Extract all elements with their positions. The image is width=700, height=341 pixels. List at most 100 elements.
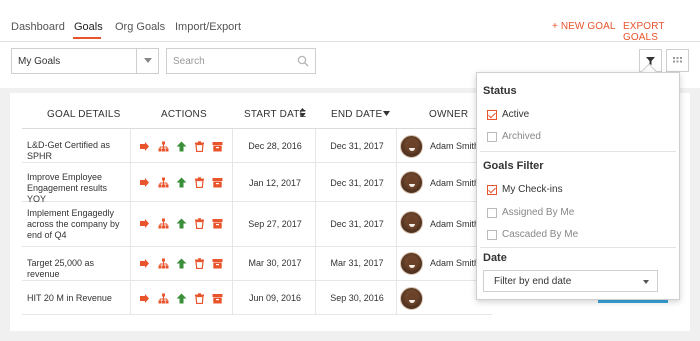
tab-dashboard[interactable]: Dashboard [11,21,65,33]
owner-name[interactable]: Adam Smith [430,219,479,230]
my-checkins-label[interactable]: My Check-ins [502,184,563,195]
trash-icon[interactable] [194,293,205,304]
search-input[interactable] [173,54,293,68]
org-chart-icon[interactable] [158,177,169,188]
start-date: Dec 28, 2016 [248,141,302,151]
goal-scope-select[interactable]: My Goals [11,48,159,74]
avatar[interactable] [400,135,423,158]
my-checkins-checkbox[interactable] [487,185,497,195]
avatar[interactable] [400,171,423,194]
start-date: Sep 27, 2017 [248,219,302,229]
avatar[interactable] [400,211,423,234]
org-chart-icon[interactable] [158,293,169,304]
date-heading: Date [483,252,507,264]
header-goal-details[interactable]: GOAL DETAILS [47,109,121,120]
goals-filter-heading: Goals Filter [483,160,544,172]
assigned-by-me-checkbox[interactable] [487,208,497,218]
goal-scope-value: My Goals [18,56,61,67]
header-start-date[interactable]: START DATE [244,109,306,120]
tab-import-export[interactable]: Import/Export [175,21,241,33]
end-date: Mar 31, 2017 [330,258,384,268]
panel-divider [480,247,676,248]
row-divider [22,162,492,163]
arrow-up-icon[interactable] [176,258,187,269]
end-date: Sep 30, 2016 [330,293,384,303]
owner-name[interactable]: Adam Smith [430,141,479,152]
start-date: Mar 30, 2017 [248,258,302,268]
end-date: Dec 31, 2017 [330,141,384,151]
chevron-down-icon [643,280,649,284]
grid-icon [673,57,682,63]
header-owner[interactable]: OWNER [429,109,468,120]
panel-divider [480,151,676,152]
arrow-up-icon[interactable] [176,218,187,229]
trash-icon[interactable] [194,177,205,188]
trash-icon[interactable] [194,141,205,152]
share-icon[interactable] [139,141,150,152]
goal-title[interactable]: Implement Engagedly across the company b… [27,208,127,241]
top-nav: Dashboard Goals Org Goals Import/Export … [0,0,700,43]
goal-title[interactable]: Improve Employee Engagement results YOY [27,172,127,205]
row-divider [22,246,492,247]
tab-goals[interactable]: Goals [74,21,103,33]
archive-icon[interactable] [212,258,223,269]
end-date: Dec 31, 2017 [330,219,384,229]
owner-name[interactable]: Adam Smith [430,178,479,189]
progress-bar [598,300,668,303]
org-chart-icon[interactable] [158,258,169,269]
date-filter-select[interactable]: Filter by end date [483,270,658,292]
cascaded-by-me-label[interactable]: Cascaded By Me [502,229,578,240]
share-icon[interactable] [139,218,150,229]
status-heading: Status [483,85,517,97]
search-icon [297,55,309,67]
org-chart-icon[interactable] [158,218,169,229]
column-divider [315,129,316,314]
share-icon[interactable] [139,258,150,269]
end-date: Dec 31, 2017 [330,178,384,188]
trash-icon[interactable] [194,218,205,229]
archive-icon[interactable] [212,293,223,304]
archived-checkbox[interactable] [487,132,497,142]
goal-title[interactable]: HIT 20 M in Revenue [27,293,127,304]
date-filter-value: Filter by end date [494,276,572,287]
goal-scope-caret-zone[interactable] [136,49,158,73]
active-tab-indicator [73,37,101,39]
active-label[interactable]: Active [502,109,529,120]
arrow-up-icon[interactable] [176,141,187,152]
goal-title[interactable]: L&D-Get Certified as SPHR [27,140,127,162]
sort-desc-icon[interactable] [383,111,390,116]
owner-name[interactable]: Adam Smith [430,258,479,269]
header-end-date[interactable]: END DATE [331,109,382,120]
column-divider [232,129,233,314]
chevron-down-icon [144,58,152,63]
trash-icon[interactable] [194,258,205,269]
column-divider [396,129,397,314]
row-divider [22,280,492,281]
org-chart-icon[interactable] [158,141,169,152]
column-divider [130,129,131,314]
share-icon[interactable] [139,177,150,188]
header-actions: ACTIONS [161,109,207,120]
archive-icon[interactable] [212,218,223,229]
search-field[interactable] [166,48,316,74]
arrow-up-icon[interactable] [176,293,187,304]
cascaded-by-me-checkbox[interactable] [487,230,497,240]
archived-label[interactable]: Archived [502,131,541,142]
grid-view-button[interactable] [666,49,689,72]
start-date: Jan 12, 2017 [248,178,302,188]
new-goal-button[interactable]: + NEW GOAL [552,21,616,32]
row-divider [22,314,492,315]
tab-org-goals[interactable]: Org Goals [115,21,165,33]
assigned-by-me-label[interactable]: Assigned By Me [502,207,574,218]
archive-icon[interactable] [212,177,223,188]
active-checkbox[interactable] [487,110,497,120]
sort-icon[interactable] [299,107,306,118]
header-divider [22,128,492,129]
share-icon[interactable] [139,293,150,304]
export-goals-button[interactable]: EXPORT GOALS [623,21,700,43]
avatar[interactable] [400,252,423,275]
arrow-up-icon[interactable] [176,177,187,188]
avatar[interactable] [400,287,423,310]
goal-title[interactable]: Target 25,000 as revenue [27,258,127,280]
archive-icon[interactable] [212,141,223,152]
